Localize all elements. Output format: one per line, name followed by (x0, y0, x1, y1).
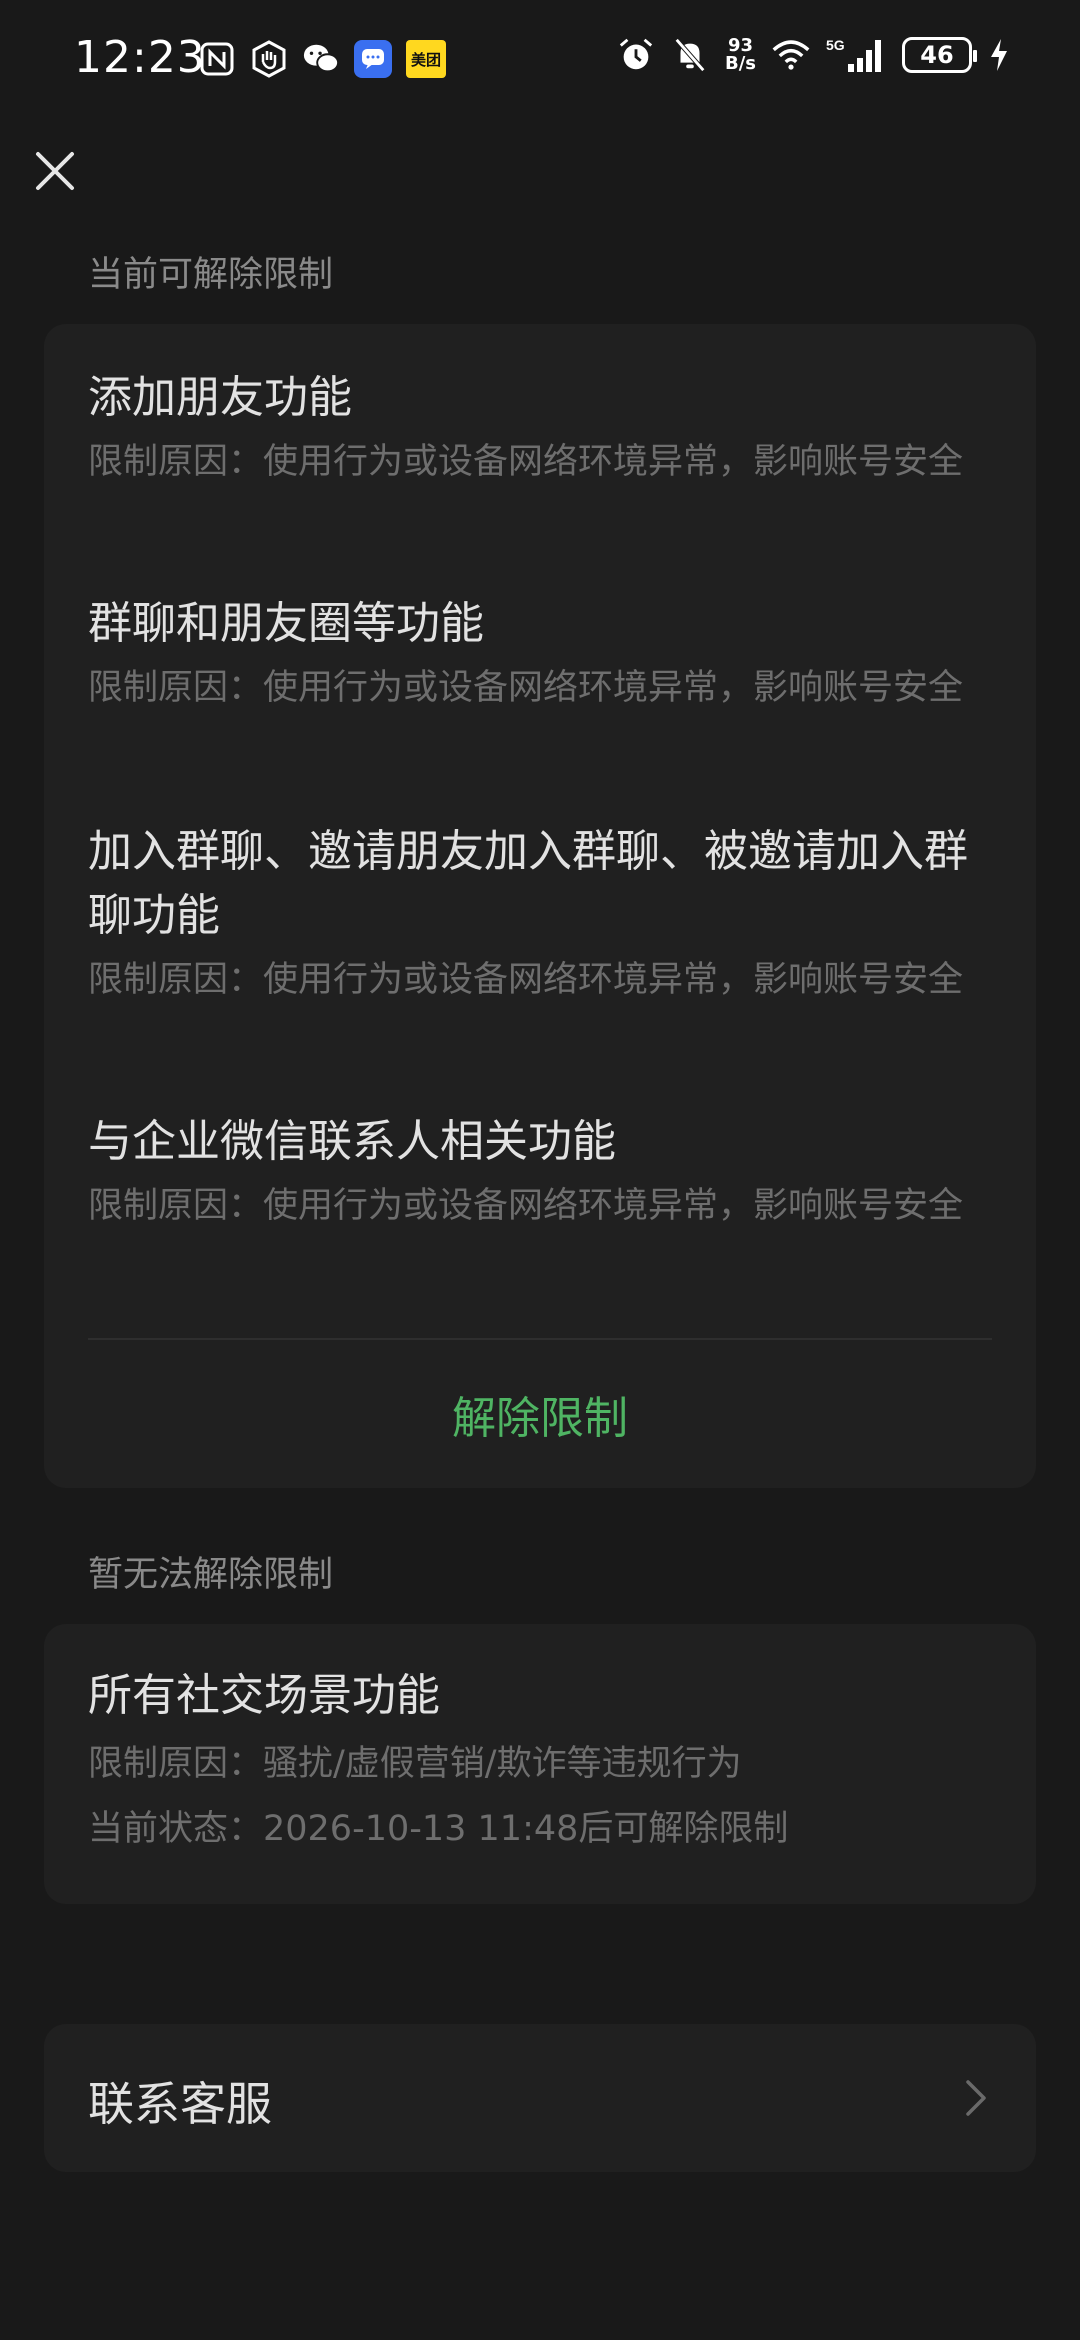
removable-restrictions-card: 添加朋友功能 限制原因：使用行为或设备网络环境异常，影响账号安全 群聊和朋友圈等… (44, 324, 1036, 1488)
restriction-reason: 限制原因：使用行为或设备网络环境异常，影响账号安全 (88, 960, 964, 1000)
restriction-reason: 限制原因：使用行为或设备网络环境异常，影响账号安全 (88, 668, 964, 708)
divider (88, 1338, 992, 1340)
restriction-item: 加入群聊、邀请朋友加入群聊、被邀请加入群聊功能 限制原因：使用行为或设备网络环境… (44, 820, 1036, 1007)
contact-support-row[interactable]: 联系客服 (44, 2024, 1036, 2172)
restriction-title: 所有社交场景功能 (88, 1670, 440, 1721)
wechat-icon (302, 40, 340, 78)
alarm-icon (617, 36, 655, 74)
system-status-icons: 93 B/s 5G 46 (617, 36, 1010, 74)
nfc-icon (198, 40, 236, 78)
status-time: 12:23 (74, 32, 206, 83)
restriction-status: 当前状态：2026-10-13 11:48后可解除限制 (88, 1809, 789, 1849)
restriction-title: 与企业微信联系人相关功能 (88, 1116, 616, 1167)
wifi-icon (772, 36, 810, 74)
restriction-item: 与企业微信联系人相关功能 限制原因：使用行为或设备网络环境异常，影响账号安全 (44, 1110, 1036, 1233)
status-bar: 12:23 美团 93 B/s 5G 46 (0, 0, 1080, 120)
restriction-item: 所有社交场景功能 限制原因：骚扰/虚假营销/欺诈等违规行为 当前状态：2026-… (44, 1664, 1036, 1856)
hand-icon (250, 40, 288, 78)
restriction-title: 加入群聊、邀请朋友加入群聊、被邀请加入群聊功能 (88, 826, 968, 941)
message-app-icon (354, 40, 392, 78)
svg-text:5G: 5G (826, 37, 845, 53)
contact-support-label: 联系客服 (88, 2077, 272, 2131)
blocked-restrictions-card: 所有社交场景功能 限制原因：骚扰/虚假营销/欺诈等违规行为 当前状态：2026-… (44, 1624, 1036, 1904)
network-speed: 93 B/s (724, 35, 756, 74)
mute-bell-icon (671, 36, 709, 74)
close-icon (36, 152, 74, 190)
restriction-item: 群聊和朋友圈等功能 限制原因：使用行为或设备网络环境异常，影响账号安全 (44, 592, 1036, 715)
restriction-title: 群聊和朋友圈等功能 (88, 598, 484, 649)
charging-icon (988, 36, 1010, 74)
restriction-reason: 限制原因：使用行为或设备网络环境异常，影响账号安全 (88, 442, 964, 482)
battery-indicator: 46 (902, 37, 977, 73)
close-button[interactable] (30, 146, 80, 196)
cellular-signal-icon: 5G (826, 36, 886, 74)
meituan-app-icon: 美团 (406, 40, 446, 78)
restriction-title: 添加朋友功能 (88, 372, 352, 423)
restriction-reason: 限制原因：使用行为或设备网络环境异常，影响账号安全 (88, 1186, 964, 1226)
blocked-section-label: 暂无法解除限制 (88, 1555, 334, 1595)
restriction-reason: 限制原因：骚扰/虚假营销/欺诈等违规行为 (88, 1744, 742, 1784)
restriction-item: 添加朋友功能 限制原因：使用行为或设备网络环境异常，影响账号安全 (44, 366, 1036, 489)
notification-icons: 美团 (198, 40, 446, 78)
chevron-right-icon (966, 2080, 986, 2116)
removable-section-label: 当前可解除限制 (88, 255, 334, 295)
remove-restriction-button[interactable]: 解除限制 (44, 1382, 1036, 1446)
